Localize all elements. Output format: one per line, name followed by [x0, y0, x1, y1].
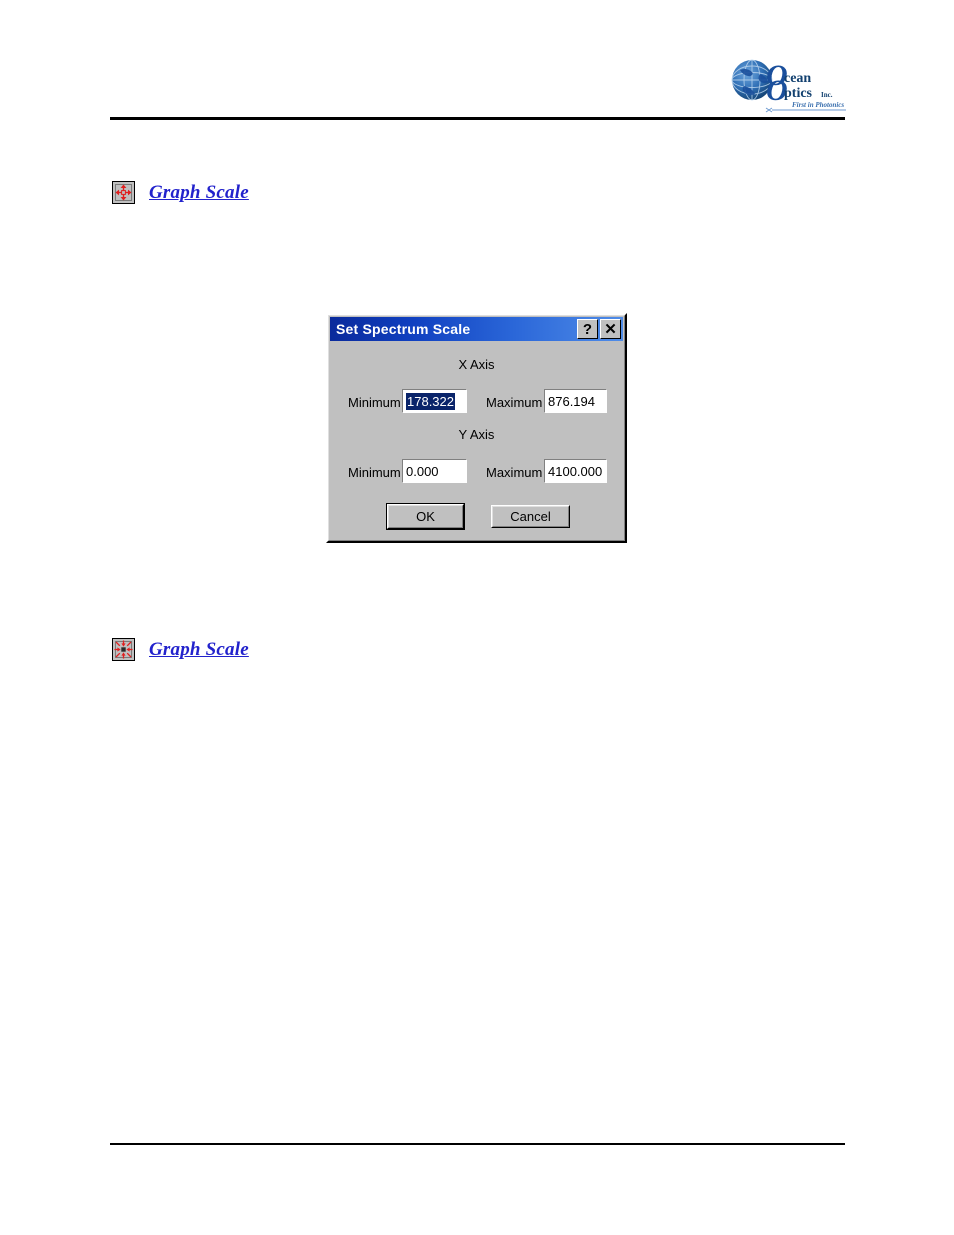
close-icon[interactable]: ✕	[600, 319, 621, 339]
y-axis-heading: Y Axis	[458, 427, 495, 442]
y-minimum-input[interactable]: 0.000	[402, 459, 467, 483]
dialog-title: Set Spectrum Scale	[336, 321, 471, 337]
svg-text:First in Photonics: First in Photonics	[792, 101, 844, 109]
dialog-titlebar[interactable]: Set Spectrum Scale ? ✕	[330, 317, 623, 341]
topic-graph-scale-contract[interactable]: Graph Scale	[112, 638, 249, 661]
x-axis-heading: X Axis	[458, 357, 495, 372]
svg-text:cean: cean	[784, 71, 811, 86]
y-maximum-label: Maximum	[486, 465, 543, 480]
graph-scale-expand-icon	[112, 181, 135, 204]
graph-scale-contract-icon	[112, 638, 135, 661]
cancel-button[interactable]: Cancel	[491, 505, 570, 528]
svg-text:Inc.: Inc.	[821, 91, 833, 99]
footer-rule	[110, 1143, 845, 1145]
set-spectrum-scale-dialog: Set Spectrum Scale ? ✕ X Axis Minimum 17…	[326, 313, 627, 543]
graph-scale-link[interactable]: Graph Scale	[149, 182, 249, 204]
svg-text:ptics: ptics	[784, 86, 813, 101]
cancel-button-label: Cancel	[510, 509, 551, 524]
ok-button-label: OK	[416, 509, 435, 524]
x-maximum-input[interactable]: 876.194	[544, 389, 607, 413]
y-minimum-value: 0.000	[406, 463, 439, 479]
y-minimum-label: Minimum	[348, 465, 401, 480]
help-button[interactable]: ?	[577, 319, 598, 339]
ocean-optics-logo: O cean O ptics Inc. First in Photonics	[722, 58, 850, 114]
x-maximum-value: 876.194	[548, 393, 595, 409]
y-maximum-input[interactable]: 4100.000	[544, 459, 607, 483]
x-minimum-label: Minimum	[348, 395, 401, 410]
header-rule	[110, 117, 845, 120]
topic-graph-scale-expand[interactable]: Graph Scale	[112, 181, 249, 204]
x-minimum-input[interactable]: 178.322	[402, 389, 467, 413]
ok-button[interactable]: OK	[386, 503, 465, 530]
x-minimum-value: 178.322	[406, 392, 455, 410]
graph-scale-link[interactable]: Graph Scale	[149, 639, 249, 661]
y-maximum-value: 4100.000	[548, 463, 603, 479]
x-maximum-label: Maximum	[486, 395, 543, 410]
